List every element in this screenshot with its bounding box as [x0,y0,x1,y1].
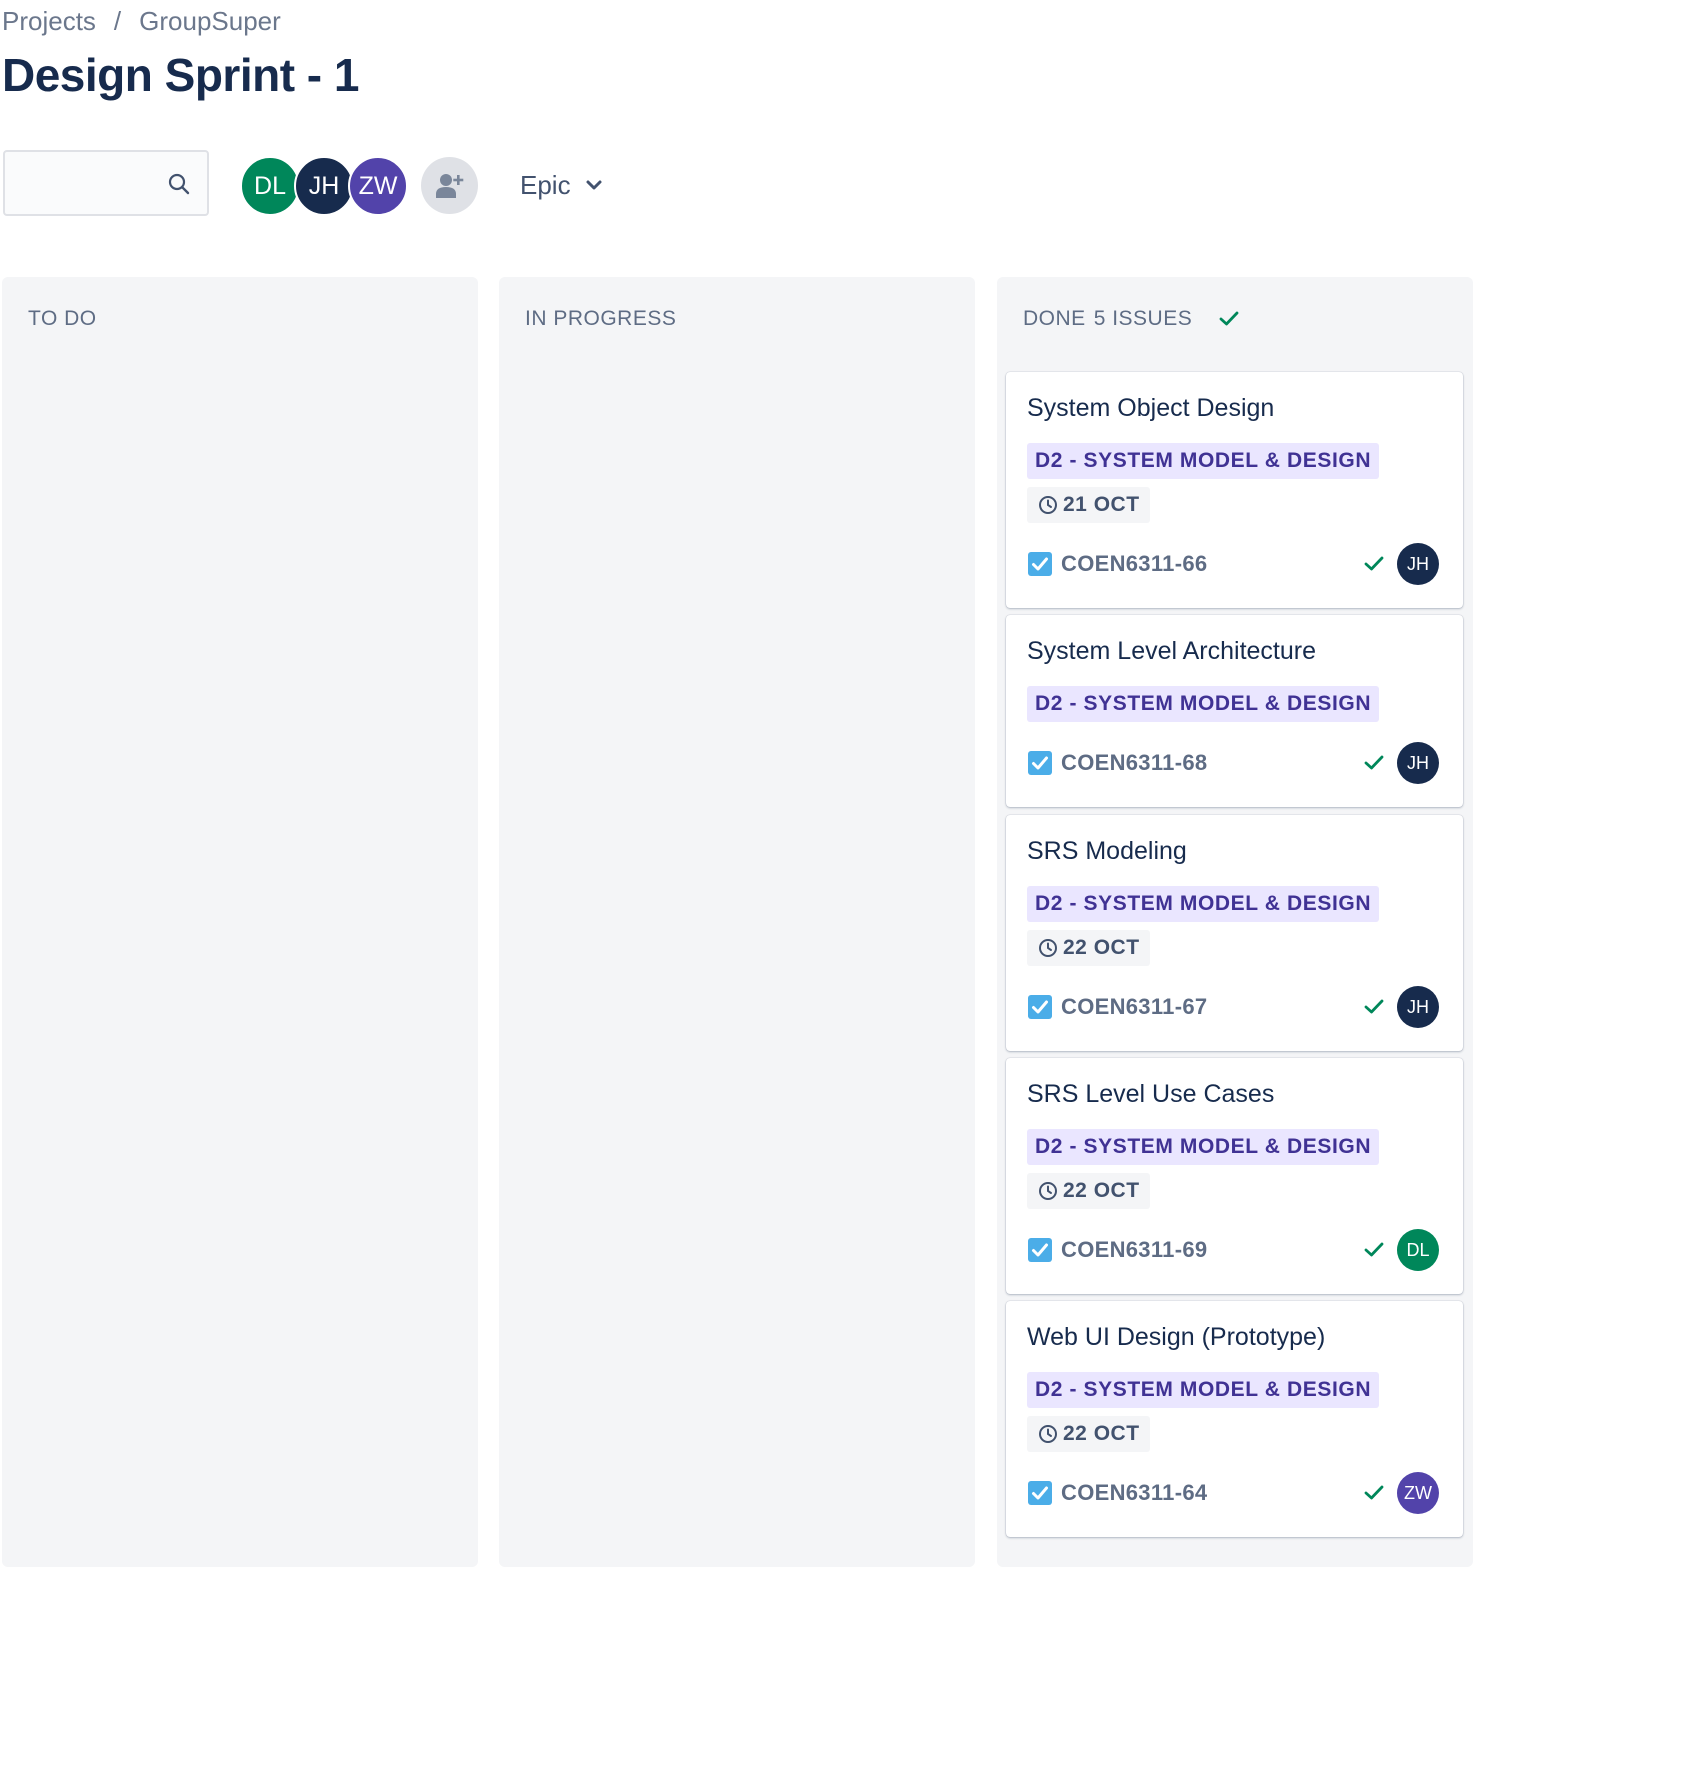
card-footer-right: JH [1363,986,1439,1028]
card-footer: COEN6311-66 JH [1027,542,1439,586]
card-footer: COEN6311-68 JH [1027,741,1439,785]
due-date-text: 22 OCT [1063,1422,1140,1445]
column-title: TO DO [28,307,97,330]
issue-key[interactable]: COEN6311-64 [1061,1480,1207,1506]
check-icon [1364,1242,1384,1257]
column-in-progress: IN PROGRESS [499,277,975,1567]
breadcrumb-projects[interactable]: Projects [2,6,96,37]
due-date-badge: 22 OCT [1027,1173,1150,1209]
card-footer: COEN6311-64 ZW [1027,1471,1439,1515]
epic-lozenge: D2 - SYSTEM MODEL & DESIGN [1027,1372,1380,1408]
task-checkbox-icon [1028,995,1052,1019]
search-field[interactable] [3,150,209,216]
due-date-text: 22 OCT [1063,1179,1140,1202]
chevron-down-icon [586,180,602,190]
epic-lozenge: D2 - SYSTEM MODEL & DESIGN [1027,443,1380,479]
card-title: System Level Architecture [1027,637,1317,665]
check-icon [1364,556,1384,571]
breadcrumb: Projects / GroupSuper [2,6,281,37]
assignee-avatar[interactable]: JH [1397,986,1439,1028]
issue-key[interactable]: COEN6311-68 [1061,750,1207,776]
card-footer: COEN6311-67 JH [1027,985,1439,1029]
column-done: DONE 5 ISSUES System Object Design D2 - … [997,277,1473,1567]
add-people-button[interactable] [421,157,478,214]
breadcrumb-project[interactable]: GroupSuper [139,6,281,37]
epic-filter-dropdown[interactable]: Epic [508,158,615,212]
assignee-avatar[interactable]: JH [1397,543,1439,585]
column-header-todo: TO DO [28,307,97,331]
board-page: Projects / GroupSuper Design Sprint - 1 … [0,0,1696,1778]
epic-filter-label: Epic [520,169,571,200]
task-checkbox-icon [1028,1238,1052,1262]
card-footer: COEN6311-69 DL [1027,1228,1439,1272]
column-header-done: DONE 5 ISSUES [1023,307,1240,331]
card-footer-right: JH [1363,543,1439,585]
column-title: DONE [1023,307,1086,330]
check-icon [1364,755,1384,770]
check-icon [1219,311,1239,326]
card-footer-right: JH [1363,742,1439,784]
epic-lozenge: D2 - SYSTEM MODEL & DESIGN [1027,686,1380,722]
add-user-icon [435,173,463,198]
issue-card[interactable]: SRS Modeling D2 - SYSTEM MODEL & DESIGN … [1006,815,1463,1051]
assignee-avatar[interactable]: JH [1397,742,1439,784]
assignee-avatar[interactable]: DL [1397,1229,1439,1271]
issue-card[interactable]: System Level Architecture D2 - SYSTEM MO… [1006,615,1463,807]
card-footer-right: DL [1363,1229,1439,1271]
issue-count: 5 ISSUES [1093,307,1193,330]
assignee-filter-group: DL JH ZW [240,156,408,216]
search-input[interactable] [15,166,169,202]
avatar-jh[interactable]: JH [294,156,354,216]
card-title: System Object Design [1027,394,1275,422]
check-icon [1364,999,1384,1014]
issue-card[interactable]: Web UI Design (Prototype) D2 - SYSTEM MO… [1006,1301,1463,1537]
card-title: Web UI Design (Prototype) [1027,1323,1326,1351]
avatar-zw[interactable]: ZW [348,156,408,216]
due-date-text: 22 OCT [1063,936,1140,959]
clock-icon [1039,1425,1057,1443]
card-title: SRS Modeling [1027,837,1187,865]
task-checkbox-icon [1028,751,1052,775]
clock-icon [1039,939,1057,957]
breadcrumb-separator: / [113,6,122,36]
avatar-dl[interactable]: DL [240,156,300,216]
column-todo: TO DO [2,277,478,1567]
epic-lozenge: D2 - SYSTEM MODEL & DESIGN [1027,886,1380,922]
column-header-in-progress: IN PROGRESS [525,307,676,331]
due-date-badge: 22 OCT [1027,930,1150,966]
clock-icon [1039,1182,1057,1200]
clock-icon [1039,496,1057,514]
issue-key[interactable]: COEN6311-66 [1061,551,1207,577]
card-footer-right: ZW [1363,1472,1439,1514]
epic-lozenge: D2 - SYSTEM MODEL & DESIGN [1027,1129,1380,1165]
issue-key[interactable]: COEN6311-67 [1061,994,1207,1020]
due-date-text: 21 OCT [1063,493,1140,516]
issue-card[interactable]: System Object Design D2 - SYSTEM MODEL &… [1006,372,1463,608]
card-title: SRS Level Use Cases [1027,1080,1275,1108]
assignee-avatar[interactable]: ZW [1397,1472,1439,1514]
issue-key[interactable]: COEN6311-69 [1061,1237,1207,1263]
task-checkbox-icon [1028,1481,1052,1505]
issue-card[interactable]: SRS Level Use Cases D2 - SYSTEM MODEL & … [1006,1058,1463,1294]
task-checkbox-icon [1028,552,1052,576]
due-date-badge: 22 OCT [1027,1416,1150,1452]
check-icon [1364,1485,1384,1500]
column-title: IN PROGRESS [525,307,677,330]
page-title: Design Sprint - 1 [2,49,359,101]
due-date-badge: 21 OCT [1027,487,1150,523]
search-icon [168,173,190,195]
